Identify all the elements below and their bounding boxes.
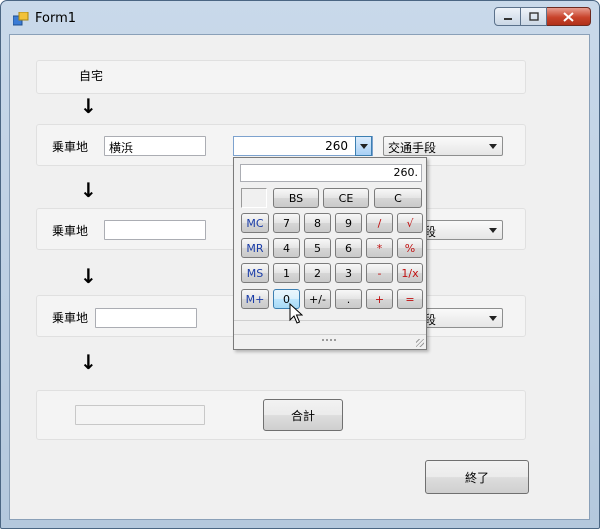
minimize-button[interactable] xyxy=(494,7,521,26)
resize-grip-icon[interactable] xyxy=(416,339,424,347)
calculator-separator xyxy=(234,320,426,321)
calc-key-percent[interactable]: % xyxy=(397,238,423,258)
calc-key-8[interactable]: 8 xyxy=(304,213,331,233)
calc-key-divide[interactable]: / xyxy=(366,213,393,233)
memory-indicator xyxy=(241,188,267,208)
boarding-label-3: 乗車地 xyxy=(52,311,89,325)
transport-select-1[interactable]: 交通手段 xyxy=(383,136,503,156)
chevron-down-icon xyxy=(489,144,497,149)
home-label: 自宅 xyxy=(79,69,104,83)
arrow-1: ↓ xyxy=(80,94,97,118)
calc-key-reciprocal[interactable]: 1/x xyxy=(397,263,423,283)
calc-key-clear-entry[interactable]: CE xyxy=(323,188,369,208)
chevron-down-icon xyxy=(360,144,368,149)
window-title: Form1 xyxy=(35,11,77,26)
calc-key-mc[interactable]: MC xyxy=(241,213,269,233)
boarding-label-1: 乗車地 xyxy=(52,140,89,154)
calculator-footer xyxy=(234,334,426,349)
arrow-4: ↓ xyxy=(80,350,97,374)
minimize-icon xyxy=(503,17,512,20)
fare-calc-button-1[interactable] xyxy=(355,136,372,156)
calculator-display: 260. xyxy=(240,164,422,182)
total-button[interactable]: 合計 xyxy=(263,399,343,431)
arrow-3: ↓ xyxy=(80,264,97,288)
station-field-2[interactable] xyxy=(104,220,206,240)
calc-key-add[interactable]: + xyxy=(366,289,393,309)
calc-key-backspace[interactable]: BS xyxy=(273,188,319,208)
calc-key-decimal[interactable]: . xyxy=(335,289,362,309)
boarding-label-2: 乗車地 xyxy=(52,224,89,238)
station-field-3[interactable] xyxy=(95,308,197,328)
arrow-2: ↓ xyxy=(80,178,97,202)
chevron-down-icon xyxy=(489,316,497,321)
calc-key-equals[interactable]: = xyxy=(397,289,423,309)
calc-key-2[interactable]: 2 xyxy=(304,263,331,283)
close-icon xyxy=(563,11,574,22)
grip-dots-icon xyxy=(322,339,338,341)
calculator-popup: 260. BS CE C MC 7 8 9 / √ MR 4 5 6 * % M… xyxy=(233,157,427,350)
fare-field-1[interactable]: 260 xyxy=(233,136,373,156)
chevron-down-icon xyxy=(489,228,497,233)
calc-key-4[interactable]: 4 xyxy=(273,238,300,258)
calc-key-6[interactable]: 6 xyxy=(335,238,362,258)
maximize-button[interactable] xyxy=(521,7,547,26)
calc-key-mr[interactable]: MR xyxy=(241,238,269,258)
calc-key-1[interactable]: 1 xyxy=(273,263,300,283)
maximize-icon xyxy=(528,12,539,21)
calc-key-clear[interactable]: C xyxy=(374,188,422,208)
mouse-pointer-icon xyxy=(289,303,303,324)
calc-key-5[interactable]: 5 xyxy=(304,238,331,258)
calc-key-multiply[interactable]: * xyxy=(366,238,393,258)
calc-key-sign[interactable]: +/- xyxy=(304,289,331,309)
total-field xyxy=(75,405,205,425)
calc-key-3[interactable]: 3 xyxy=(335,263,362,283)
home-panel xyxy=(36,60,526,94)
calc-key-9[interactable]: 9 xyxy=(335,213,362,233)
title-bar[interactable]: Form1 xyxy=(1,1,599,35)
caption-buttons xyxy=(494,7,591,27)
station-field-1[interactable]: 横浜 xyxy=(104,136,206,156)
calc-key-ms[interactable]: MS xyxy=(241,263,269,283)
calc-key-subtract[interactable]: - xyxy=(366,263,393,283)
close-button[interactable] xyxy=(547,7,591,26)
calc-key-7[interactable]: 7 xyxy=(273,213,300,233)
calc-key-m-plus[interactable]: M+ xyxy=(241,289,269,309)
calc-key-sqrt[interactable]: √ xyxy=(397,213,423,233)
exit-button[interactable]: 終了 xyxy=(425,460,529,494)
transport-select-1-value: 交通手段 xyxy=(388,141,437,155)
form-app-icon xyxy=(13,12,29,26)
